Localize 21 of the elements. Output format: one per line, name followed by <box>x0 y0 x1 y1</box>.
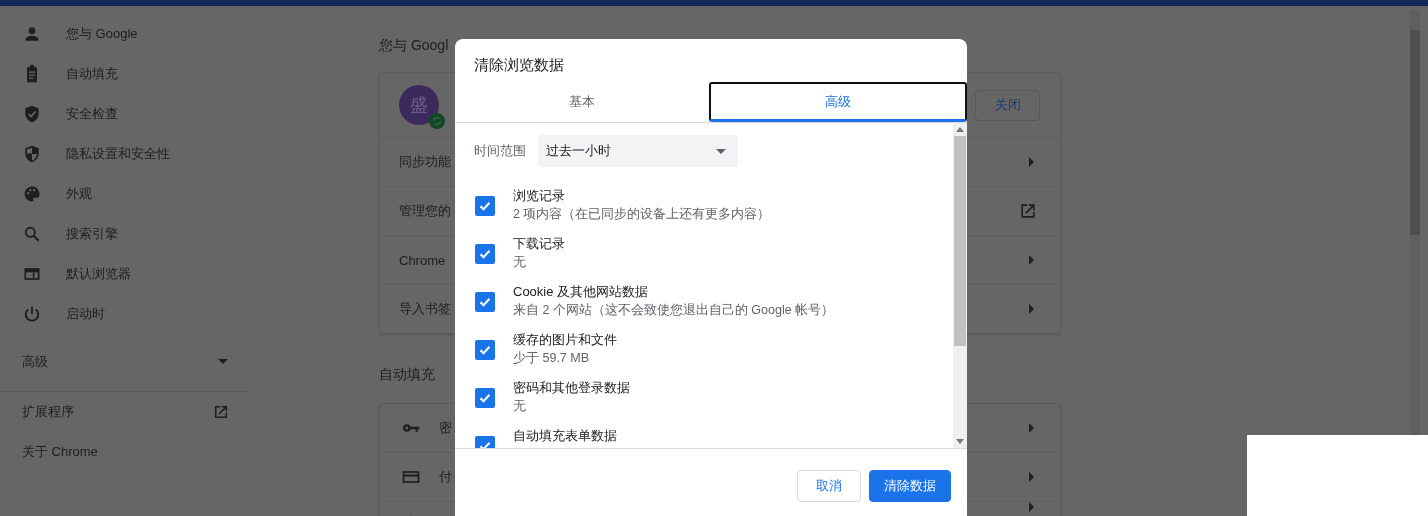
row-label: 密 <box>439 419 452 437</box>
option-detail: 无 <box>513 398 527 415</box>
option-label: 密码和其他登录数据 <box>513 379 630 397</box>
time-range-label: 时间范围 <box>474 142 526 160</box>
option-label: 下载记录 <box>513 235 565 253</box>
row-label: 同步功能 <box>399 153 451 171</box>
option-detail: 少于 59.7 MB <box>513 350 591 367</box>
option-detail: 2 项内容（在已同步的设备上还有更多内容） <box>513 206 771 223</box>
option-label: 缓存的图片和文件 <box>513 331 617 349</box>
row-label: 导入书签 <box>399 300 451 318</box>
option-detail: 来自 2 个网站（这不会致使您退出自己的 Google 帐号） <box>513 302 835 319</box>
option-label: 浏览记录 <box>513 187 566 205</box>
row-label: Chrome <box>399 252 446 268</box>
dialog-title: 清除浏览数据 <box>473 55 565 75</box>
option-detail: 无 <box>513 254 527 271</box>
row-label: 付 <box>439 468 452 486</box>
option-label: 自动填充表单数据 <box>513 427 617 445</box>
option-label: Cookie 及其他网站数据 <box>513 283 650 301</box>
section-title: 自动填充 <box>379 365 436 384</box>
row-label: 管理您的 <box>399 202 451 220</box>
section-title: 您与 Googl <box>379 36 450 55</box>
